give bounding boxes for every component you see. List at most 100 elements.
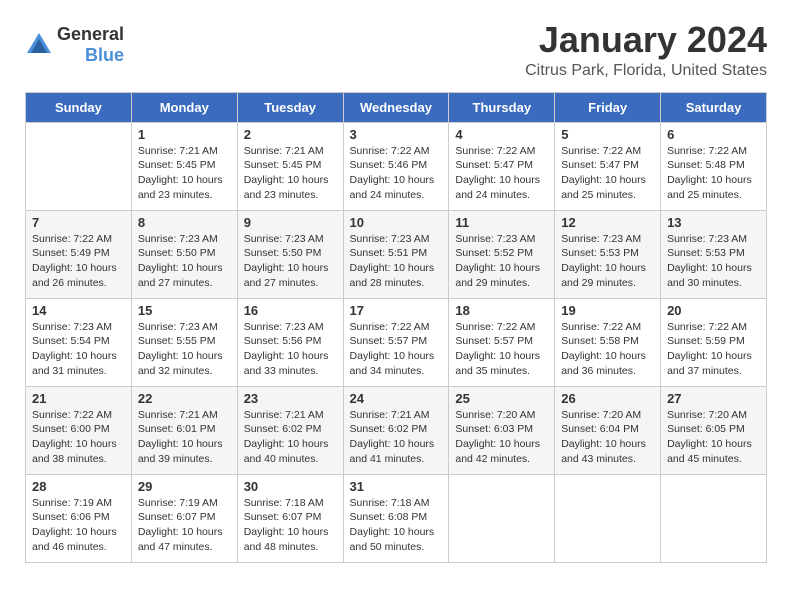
calendar-cell: 24 Sunrise: 7:21 AMSunset: 6:02 PMDayligh… (343, 386, 449, 474)
days-header-row: SundayMondayTuesdayWednesdayThursdayFrid… (26, 92, 767, 122)
cell-info: Sunrise: 7:19 AMSunset: 6:06 PMDaylight:… (32, 496, 125, 555)
day-header-friday: Friday (555, 92, 661, 122)
cell-info: Sunrise: 7:22 AMSunset: 5:47 PMDaylight:… (561, 144, 654, 203)
week-row-2: 7Sunrise: 7:22 AMSunset: 5:49 PMDaylight… (26, 210, 767, 298)
day-number: 21 (32, 391, 125, 406)
week-row-4: 21 Sunrise: 7:22 AMSunset: 6:00 PMDayligh… (26, 386, 767, 474)
day-number: 24 (350, 391, 443, 406)
cell-info: Sunrise: 7:20 AMSunset: 6:05 PMDaylight:… (667, 408, 760, 467)
calendar-cell: 14 Sunrise: 7:23 AMSunset: 5:54 PMDayligh… (26, 298, 132, 386)
calendar-table: SundayMondayTuesdayWednesdayThursdayFrid… (25, 92, 767, 563)
calendar-cell: 31 Sunrise: 7:18 AMSunset: 6:08 PMDayligh… (343, 474, 449, 562)
logo-blue: Blue (85, 45, 124, 65)
calendar-cell: 9 Sunrise: 7:23 AMSunset: 5:50 PMDaylight… (237, 210, 343, 298)
day-number: 30 (244, 479, 337, 494)
calendar-cell (661, 474, 767, 562)
week-row-3: 14 Sunrise: 7:23 AMSunset: 5:54 PMDayligh… (26, 298, 767, 386)
day-number: 7 (32, 215, 125, 230)
calendar-cell: 16Sunrise: 7:23 AMSunset: 5:56 PMDayligh… (237, 298, 343, 386)
calendar-cell: 15 Sunrise: 7:23 AMSunset: 5:55 PMDayligh… (131, 298, 237, 386)
day-number: 9 (244, 215, 337, 230)
calendar-cell (555, 474, 661, 562)
day-number: 20 (667, 303, 760, 318)
calendar-cell: 3Sunrise: 7:22 AMSunset: 5:46 PMDaylight… (343, 122, 449, 210)
cell-info: Sunrise: 7:19 AMSunset: 6:07 PMDaylight:… (138, 496, 231, 555)
calendar-cell (26, 122, 132, 210)
day-number: 2 (244, 127, 337, 142)
logo-icon (25, 31, 53, 59)
day-number: 4 (455, 127, 548, 142)
cell-info: Sunrise: 7:21 AMSunset: 6:01 PMDaylight:… (138, 408, 231, 467)
day-number: 25 (455, 391, 548, 406)
week-row-5: 28 Sunrise: 7:19 AMSunset: 6:06 PMDayligh… (26, 474, 767, 562)
cell-info: Sunrise: 7:18 AMSunset: 6:07 PMDaylight:… (244, 496, 337, 555)
day-header-tuesday: Tuesday (237, 92, 343, 122)
cell-info: Sunrise: 7:22 AMSunset: 5:47 PMDaylight:… (455, 144, 548, 203)
day-header-sunday: Sunday (26, 92, 132, 122)
day-number: 11 (455, 215, 548, 230)
logo: General Blue (25, 24, 124, 66)
cell-info: Sunrise: 7:23 AMSunset: 5:55 PMDaylight:… (138, 320, 231, 379)
cell-info: Sunrise: 7:21 AMSunset: 6:02 PMDaylight:… (350, 408, 443, 467)
calendar-cell: 2Sunrise: 7:21 AMSunset: 5:45 PMDaylight… (237, 122, 343, 210)
cell-info: Sunrise: 7:18 AMSunset: 6:08 PMDaylight:… (350, 496, 443, 555)
calendar-cell: 13 Sunrise: 7:23 AMSunset: 5:53 PMDayligh… (661, 210, 767, 298)
cell-info: Sunrise: 7:22 AMSunset: 5:58 PMDaylight:… (561, 320, 654, 379)
calendar-cell: 27 Sunrise: 7:20 AMSunset: 6:05 PMDayligh… (661, 386, 767, 474)
cell-info: Sunrise: 7:21 AMSunset: 5:45 PMDaylight:… (138, 144, 231, 203)
month-title: January 2024 (25, 20, 767, 60)
page-header: General Blue January 2024 Citrus Park, F… (25, 20, 767, 80)
day-number: 13 (667, 215, 760, 230)
calendar-cell: 19Sunrise: 7:22 AMSunset: 5:58 PMDayligh… (555, 298, 661, 386)
logo-general: General (57, 24, 124, 44)
calendar-cell: 7Sunrise: 7:22 AMSunset: 5:49 PMDaylight… (26, 210, 132, 298)
cell-info: Sunrise: 7:23 AMSunset: 5:50 PMDaylight:… (244, 232, 337, 291)
cell-info: Sunrise: 7:23 AMSunset: 5:52 PMDaylight:… (455, 232, 548, 291)
day-number: 12 (561, 215, 654, 230)
cell-info: Sunrise: 7:22 AMSunset: 5:48 PMDaylight:… (667, 144, 760, 203)
cell-info: Sunrise: 7:23 AMSunset: 5:54 PMDaylight:… (32, 320, 125, 379)
cell-info: Sunrise: 7:23 AMSunset: 5:50 PMDaylight:… (138, 232, 231, 291)
day-number: 6 (667, 127, 760, 142)
day-number: 18 (455, 303, 548, 318)
day-number: 15 (138, 303, 231, 318)
day-number: 14 (32, 303, 125, 318)
cell-info: Sunrise: 7:22 AMSunset: 5:57 PMDaylight:… (350, 320, 443, 379)
cell-info: Sunrise: 7:20 AMSunset: 6:04 PMDaylight:… (561, 408, 654, 467)
day-number: 8 (138, 215, 231, 230)
cell-info: Sunrise: 7:23 AMSunset: 5:53 PMDaylight:… (561, 232, 654, 291)
calendar-cell: 26Sunrise: 7:20 AMSunset: 6:04 PMDayligh… (555, 386, 661, 474)
calendar-cell: 23 Sunrise: 7:21 AMSunset: 6:02 PMDayligh… (237, 386, 343, 474)
day-header-wednesday: Wednesday (343, 92, 449, 122)
day-number: 31 (350, 479, 443, 494)
cell-info: Sunrise: 7:20 AMSunset: 6:03 PMDaylight:… (455, 408, 548, 467)
cell-info: Sunrise: 7:23 AMSunset: 5:53 PMDaylight:… (667, 232, 760, 291)
calendar-cell: 6 Sunrise: 7:22 AMSunset: 5:48 PMDaylight… (661, 122, 767, 210)
day-number: 23 (244, 391, 337, 406)
day-number: 29 (138, 479, 231, 494)
day-number: 5 (561, 127, 654, 142)
calendar-cell: 10Sunrise: 7:23 AMSunset: 5:51 PMDayligh… (343, 210, 449, 298)
day-number: 27 (667, 391, 760, 406)
week-row-1: 1 Sunrise: 7:21 AMSunset: 5:45 PMDaylight… (26, 122, 767, 210)
calendar-cell: 5 Sunrise: 7:22 AMSunset: 5:47 PMDaylight… (555, 122, 661, 210)
day-number: 10 (350, 215, 443, 230)
day-number: 28 (32, 479, 125, 494)
calendar-cell: 25 Sunrise: 7:20 AMSunset: 6:03 PMDayligh… (449, 386, 555, 474)
cell-info: Sunrise: 7:23 AMSunset: 5:56 PMDaylight:… (244, 320, 337, 379)
cell-info: Sunrise: 7:22 AMSunset: 5:57 PMDaylight:… (455, 320, 548, 379)
location: Citrus Park, Florida, United States (25, 62, 767, 80)
day-number: 1 (138, 127, 231, 142)
calendar-cell: 29 Sunrise: 7:19 AMSunset: 6:07 PMDayligh… (131, 474, 237, 562)
calendar-cell: 21 Sunrise: 7:22 AMSunset: 6:00 PMDayligh… (26, 386, 132, 474)
cell-info: Sunrise: 7:21 AMSunset: 6:02 PMDaylight:… (244, 408, 337, 467)
calendar-cell: 17Sunrise: 7:22 AMSunset: 5:57 PMDayligh… (343, 298, 449, 386)
day-header-saturday: Saturday (661, 92, 767, 122)
calendar-cell: 30 Sunrise: 7:18 AMSunset: 6:07 PMDayligh… (237, 474, 343, 562)
cell-info: Sunrise: 7:22 AMSunset: 6:00 PMDaylight:… (32, 408, 125, 467)
calendar-cell (449, 474, 555, 562)
calendar-cell: 1 Sunrise: 7:21 AMSunset: 5:45 PMDaylight… (131, 122, 237, 210)
cell-info: Sunrise: 7:22 AMSunset: 5:46 PMDaylight:… (350, 144, 443, 203)
day-header-monday: Monday (131, 92, 237, 122)
calendar-cell: 20Sunrise: 7:22 AMSunset: 5:59 PMDayligh… (661, 298, 767, 386)
